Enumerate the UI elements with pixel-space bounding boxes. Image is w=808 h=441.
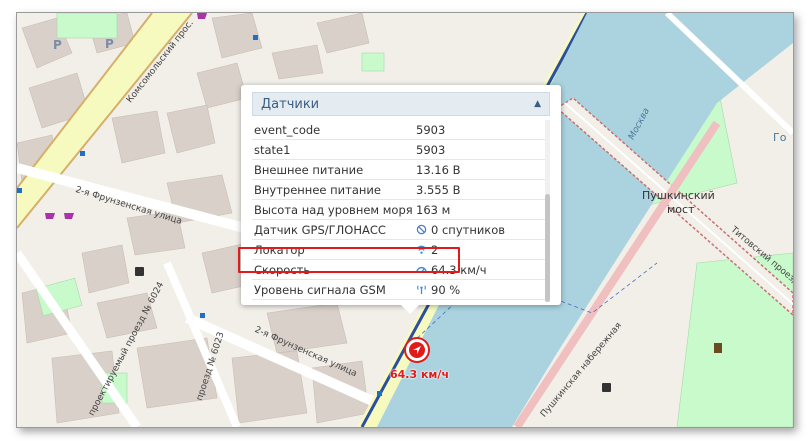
sensor-value: 3.555 В xyxy=(416,182,461,197)
sensor-name: state1 xyxy=(254,142,291,157)
sensor-value: 90 % xyxy=(431,282,461,297)
sensor-row: state1 5903 xyxy=(252,140,550,160)
sensor-value-cell: 13.16 В xyxy=(416,163,460,177)
map-frame: P P Пушкинский мост Москва Комсомольский… xyxy=(16,12,794,428)
sensor-value: 0 спутников xyxy=(431,222,506,237)
sensor-name: event_code xyxy=(254,122,321,137)
sensors-panel-header[interactable]: Датчики ▲ xyxy=(252,92,550,116)
sensor-row: Датчик GPS/ГЛОНАСС 0 спутников xyxy=(252,220,550,240)
sensor-row: Уровень сигнала GSM 90 % xyxy=(252,280,550,300)
sensor-value: 5903 xyxy=(416,122,446,137)
svg-text:P: P xyxy=(53,38,62,52)
satellite-off-icon xyxy=(416,224,427,235)
sensors-panel-title: Датчики xyxy=(261,96,320,112)
sensor-name: Высота над уровнем моря xyxy=(254,202,413,217)
sensor-value-cell: 163 м xyxy=(416,203,450,217)
sensor-name: Уровень сигнала GSM xyxy=(254,282,386,297)
sensor-list: event_code 5903 state1 5903 Внешнее пита… xyxy=(252,120,550,300)
map-label-park: Го xyxy=(773,131,787,144)
sensor-row: Внешнее питание 13.16 В xyxy=(252,160,550,180)
map-label-bridge-line1: Пушкинский xyxy=(642,189,715,202)
popup-tail xyxy=(401,305,419,314)
sensor-value-cell: 5903 xyxy=(416,123,445,137)
map-label-bridge-line2: мост xyxy=(667,203,695,216)
sensor-name: Внешнее питание xyxy=(254,162,364,177)
sensor-name: Датчик GPS/ГЛОНАСС xyxy=(254,222,386,237)
sensor-value: 163 м xyxy=(416,202,451,217)
popup-scrollbar[interactable] xyxy=(545,120,550,302)
sensor-value: 13.16 В xyxy=(416,162,461,177)
sensor-row: event_code 5903 xyxy=(252,120,550,140)
sensor-value: 5903 xyxy=(416,142,446,157)
sensor-value-cell: 0 спутников xyxy=(416,223,505,237)
sensor-value-cell: 90 % xyxy=(416,283,460,297)
vehicle-marker[interactable] xyxy=(406,339,428,361)
popup-scrollbar-thumb[interactable] xyxy=(545,194,550,302)
vehicle-speed-label: 64.3 км/ч xyxy=(390,368,449,381)
svg-text:P: P xyxy=(105,37,114,51)
sensor-value-cell: 3.555 В xyxy=(416,183,460,197)
locator-row-highlight xyxy=(238,247,460,273)
sensor-row: Высота над уровнем моря 163 м xyxy=(252,200,550,220)
direction-arrow-icon xyxy=(413,346,421,354)
collapse-arrow-icon[interactable]: ▲ xyxy=(534,99,541,109)
antenna-icon xyxy=(417,285,426,295)
sensor-name: Внутреннее питание xyxy=(254,182,381,197)
sensor-value-cell: 5903 xyxy=(416,143,445,157)
sensor-row: Внутреннее питание 3.555 В xyxy=(252,180,550,200)
